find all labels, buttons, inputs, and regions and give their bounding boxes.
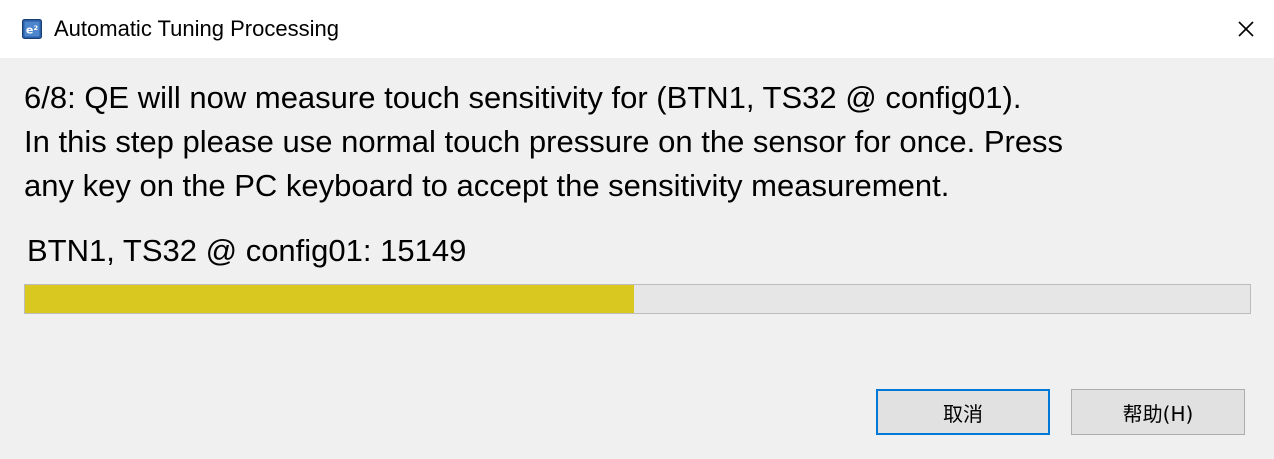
measurement-progress-bar (24, 284, 1251, 314)
close-icon (1238, 21, 1254, 37)
help-button[interactable]: 帮助(H) (1071, 389, 1245, 435)
measurement-label: BTN1, TS32 @ config01: 15149 (27, 233, 467, 268)
message-line: In this step please use normal touch pre… (24, 124, 1064, 159)
svg-text:e²: e² (26, 24, 38, 37)
message-line: 6/8: QE will now measure touch sensitivi… (24, 80, 1022, 115)
app-icon: e² (22, 19, 42, 39)
progress-fill (25, 285, 634, 313)
window-title: Automatic Tuning Processing (54, 16, 339, 41)
close-button[interactable] (1218, 0, 1274, 58)
dialog-content: 6/8: QE will now measure touch sensitivi… (0, 58, 1274, 459)
message-line: any key on the PC keyboard to accept the… (24, 168, 950, 203)
title-bar: e² Automatic Tuning Processing (0, 0, 1274, 58)
cancel-button[interactable]: 取消 (876, 389, 1050, 435)
tuning-dialog: e² Automatic Tuning Processing 6/8: QE w… (0, 0, 1274, 459)
instruction-message: 6/8: QE will now measure touch sensitivi… (24, 76, 1254, 208)
